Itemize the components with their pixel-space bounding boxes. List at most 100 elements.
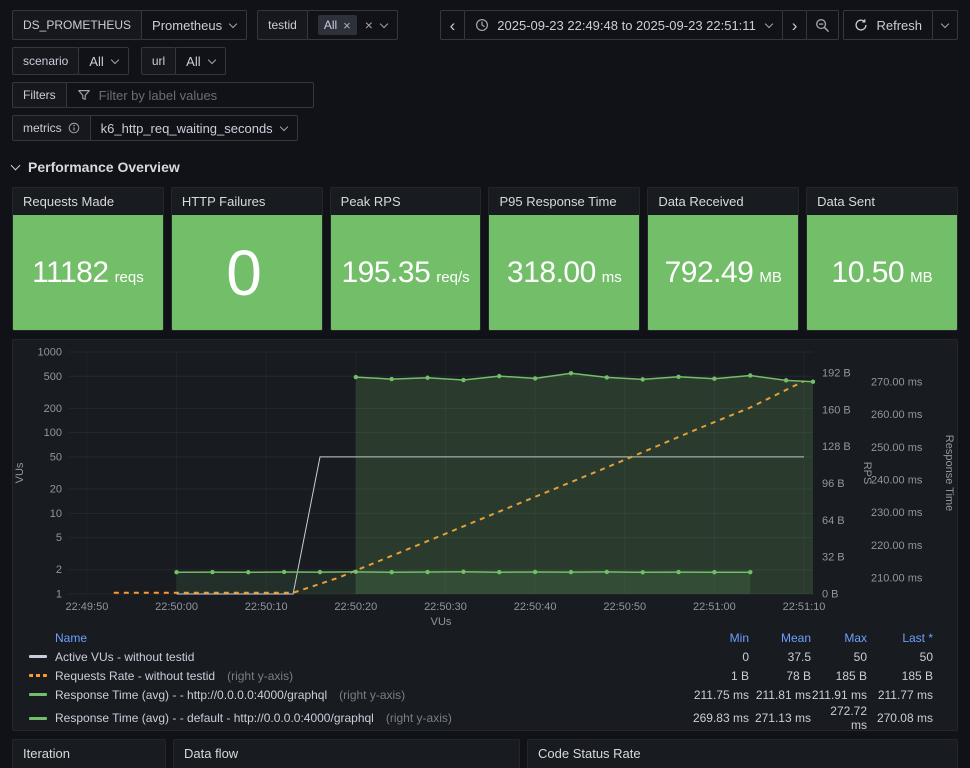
time-range-picker[interactable]: 2025-09-23 22:49:48 to 2025-09-23 22:51:…: [464, 10, 783, 40]
testid-variable: testid All × ×: [257, 10, 398, 40]
svg-text:240.00 ms: 240.00 ms: [871, 475, 923, 487]
panel-header[interactable]: Data Sent: [807, 188, 957, 215]
panel-title: Requests Made: [23, 194, 115, 209]
panel-header[interactable]: Iteration: [13, 740, 165, 767]
clock-icon: [475, 18, 489, 32]
series-label: Requests Rate - without testid: [55, 668, 216, 683]
svg-text:200: 200: [44, 403, 62, 415]
stat-unit: MB: [910, 268, 933, 286]
testid-chip[interactable]: All ×: [317, 15, 357, 35]
metrics-control: metrics k6_http_req_waiting_seconds: [12, 115, 298, 141]
time-shift-back-button[interactable]: ‹: [439, 10, 466, 40]
scenario-value: All: [89, 53, 104, 69]
panel-header[interactable]: P95 Response Time: [489, 188, 639, 215]
chevron-down-icon: [379, 19, 389, 28]
panel-header[interactable]: Code Status Rate: [528, 740, 957, 767]
series-swatch: [29, 693, 47, 696]
legend-header-name[interactable]: Name: [29, 631, 677, 645]
chip-remove-icon[interactable]: ×: [343, 18, 351, 33]
zoom-out-button[interactable]: [806, 10, 840, 40]
filter-funnel-icon: [77, 88, 91, 102]
zoom-out-icon: [815, 18, 830, 33]
legend-last: 211.77 ms: [877, 687, 933, 702]
refresh-interval-dropdown[interactable]: [932, 10, 958, 40]
panel-title: Data Sent: [817, 194, 875, 209]
svg-text:RPS: RPS: [861, 462, 873, 485]
panel-title: Data flow: [184, 746, 239, 761]
panel-timeseries: 1 2 5 10 20 50 100 200 500 1000 22:49:50 22:50:00 22…: [12, 339, 958, 731]
svg-text:VUs: VUs: [431, 616, 452, 628]
scenario-variable: scenario All: [12, 47, 129, 75]
legend-header-mean[interactable]: Mean: [749, 631, 811, 645]
stat-value: 195.35: [341, 255, 431, 289]
series-suffix: (right y-axis): [339, 687, 406, 702]
panel-data-flow: Data flow: [173, 739, 520, 768]
legend-min: 1 B: [730, 668, 749, 683]
legend-header-last[interactable]: Last *: [867, 631, 933, 645]
refresh-button[interactable]: Refresh: [843, 10, 933, 40]
testid-select[interactable]: All × ×: [306, 10, 398, 40]
filters-label: Filters: [12, 82, 67, 108]
legend-header-min[interactable]: Min: [677, 631, 749, 645]
svg-text:22:50:40: 22:50:40: [514, 601, 557, 613]
timeseries-chart[interactable]: 1 2 5 10 20 50 100 200 500 1000 22:49:50 22:50:00 22…: [13, 340, 957, 629]
stat-body: 10.50 MB: [807, 215, 957, 330]
stat-unit: req/s: [436, 268, 470, 286]
svg-text:1: 1: [56, 589, 62, 601]
metrics-label-text: metrics: [23, 121, 62, 135]
legend-row: Requests Rate - without testid (right y-…: [29, 666, 933, 685]
legend-series-name[interactable]: Response Time (avg) - - default - http:/…: [29, 711, 677, 725]
legend-row: Active VUs - without testid 0 37.5 50 50: [29, 647, 933, 666]
chevron-down-icon: [279, 122, 288, 131]
panel-header[interactable]: Data Received: [648, 188, 798, 215]
chevron-down-icon: [940, 19, 950, 28]
legend-min: 211.75 ms: [693, 687, 749, 702]
section-title: Performance Overview: [28, 159, 180, 175]
filters-input-wrap[interactable]: [65, 82, 314, 108]
metrics-label: metrics: [12, 115, 91, 141]
time-controls: ‹ 2025-09-23 22:49:48 to 2025-09-23 22:5…: [439, 10, 958, 40]
stat-panels-row: Requests Made 11182 reqs HTTP Failures 0 …: [12, 187, 958, 331]
url-select[interactable]: All: [175, 47, 226, 75]
metrics-select[interactable]: k6_http_req_waiting_seconds: [89, 115, 298, 141]
svg-text:220.00 ms: 220.00 ms: [871, 540, 923, 552]
series-label: Active VUs - without testid: [55, 649, 195, 664]
panel-code-status-rate: Code Status Rate: [527, 739, 958, 768]
datasource-select[interactable]: Prometheus: [141, 10, 248, 40]
panel-requests-made: Requests Made 11182 reqs: [12, 187, 164, 331]
legend-series-name[interactable]: Response Time (avg) - - http://0.0.0.0:4…: [29, 688, 677, 702]
panel-p95-response-time: P95 Response Time 318.00 ms: [488, 187, 641, 331]
legend-min: 269.83 ms: [692, 711, 749, 725]
panel-header[interactable]: Requests Made: [13, 188, 163, 215]
scenario-label-text: scenario: [23, 54, 69, 68]
datasource-picker: DS_PROMETHEUS Prometheus: [12, 10, 248, 40]
panel-header[interactable]: Peak RPS: [331, 188, 481, 215]
legend-header: Name Min Mean Max Last *: [29, 628, 933, 647]
panel-header[interactable]: HTTP Failures: [172, 188, 322, 215]
svg-text:50: 50: [50, 451, 62, 463]
clear-all-icon[interactable]: ×: [365, 17, 373, 33]
panel-data-sent: Data Sent 10.50 MB: [806, 187, 958, 331]
legend-last: 50: [919, 649, 933, 664]
refresh-icon: [854, 18, 868, 32]
chevron-right-icon: ›: [791, 15, 798, 35]
collapse-chevron-icon: [10, 160, 21, 170]
svg-text:22:50:50: 22:50:50: [603, 601, 646, 613]
url-value: All: [186, 53, 201, 69]
url-label: url: [140, 47, 177, 75]
legend-series-name[interactable]: Requests Rate - without testid (right y-…: [29, 669, 677, 683]
svg-text:22:50:20: 22:50:20: [334, 601, 377, 613]
testid-chip-label: All: [323, 18, 338, 32]
legend-header-max[interactable]: Max: [811, 631, 867, 645]
legend-mean: 78 B: [786, 668, 811, 683]
panel-header[interactable]: Data flow: [174, 740, 519, 767]
scenario-select[interactable]: All: [78, 47, 129, 75]
row-performance-overview[interactable]: Performance Overview: [10, 157, 958, 177]
timeseries-plot[interactable]: 1 2 5 10 20 50 100 200 500 1000 22:49:50 22:50:00 22…: [13, 340, 957, 629]
panel-data-received: Data Received 792.49 MB: [647, 187, 800, 331]
time-shift-forward-button[interactable]: ›: [781, 10, 808, 40]
panel-title: Code Status Rate: [538, 746, 641, 761]
legend-min: 0: [742, 649, 749, 664]
filters-input[interactable]: [98, 87, 289, 103]
legend-series-name[interactable]: Active VUs - without testid: [29, 650, 677, 664]
